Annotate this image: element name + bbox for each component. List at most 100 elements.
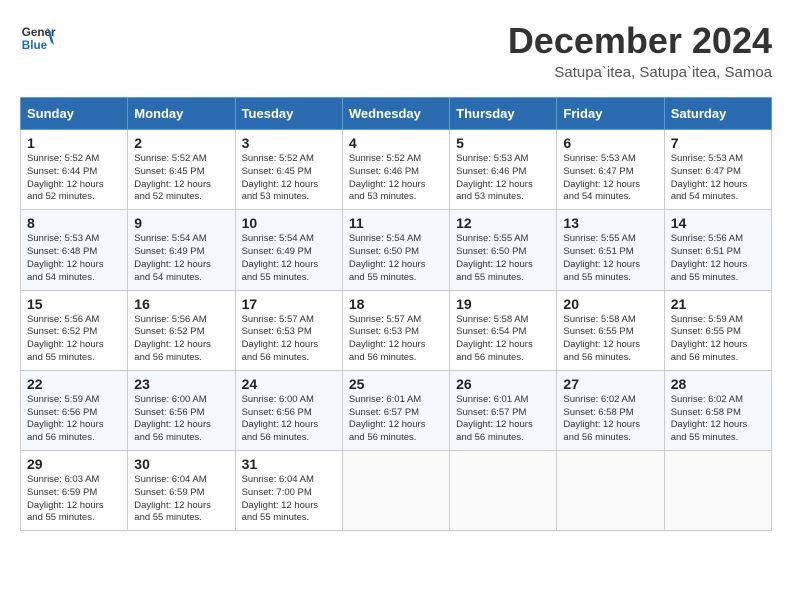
cell-content: Sunrise: 5:52 AMSunset: 6:45 PMDaylight:… xyxy=(134,153,228,204)
header-row: SundayMondayTuesdayWednesdayThursdayFrid… xyxy=(21,98,772,130)
cell-content: Sunrise: 5:55 AMSunset: 6:51 PMDaylight:… xyxy=(563,233,657,284)
cell-content: Sunrise: 5:52 AMSunset: 6:46 PMDaylight:… xyxy=(349,153,443,204)
week-row-2: 8Sunrise: 5:53 AMSunset: 6:48 PMDaylight… xyxy=(21,210,772,290)
day-number: 30 xyxy=(134,456,228,472)
calendar-cell: 15 Sunrise: 5:56 AMSunset: 6:52 PMDayligh… xyxy=(21,290,128,370)
svg-text:Blue: Blue xyxy=(22,39,48,52)
day-number: 25 xyxy=(349,376,443,392)
day-number: 4 xyxy=(349,135,443,151)
header-wednesday: Wednesday xyxy=(342,98,449,130)
calendar-table: SundayMondayTuesdayWednesdayThursdayFrid… xyxy=(20,97,772,531)
day-number: 14 xyxy=(671,215,765,231)
day-number: 23 xyxy=(134,376,228,392)
day-number: 9 xyxy=(134,215,228,231)
week-row-5: 29 Sunrise: 6:03 AMSunset: 6:59 PMDayligh… xyxy=(21,451,772,531)
day-number: 22 xyxy=(27,376,121,392)
calendar-subtitle: Satupa`itea, Satupa`itea, Samoa xyxy=(508,64,772,81)
day-number: 13 xyxy=(563,215,657,231)
calendar-cell: 13 Sunrise: 5:55 AMSunset: 6:51 PMDayligh… xyxy=(557,210,664,290)
cell-content: Sunrise: 5:58 AMSunset: 6:54 PMDaylight:… xyxy=(456,314,550,365)
calendar-cell: 24Sunrise: 6:00 AMSunset: 6:56 PMDayligh… xyxy=(235,370,342,450)
calendar-cell: 27 Sunrise: 6:02 AMSunset: 6:58 PMDayligh… xyxy=(557,370,664,450)
day-number: 3 xyxy=(242,135,336,151)
calendar-cell: 17 Sunrise: 5:57 AMSunset: 6:53 PMDayligh… xyxy=(235,290,342,370)
calendar-cell: 21 Sunrise: 5:59 AMSunset: 6:55 PMDayligh… xyxy=(664,290,771,370)
day-number: 28 xyxy=(671,376,765,392)
calendar-cell: 6 Sunrise: 5:53 AMSunset: 6:47 PMDaylight… xyxy=(557,130,664,210)
cell-content: Sunrise: 5:53 AMSunset: 6:48 PMDaylight:… xyxy=(27,233,121,284)
cell-content: Sunrise: 5:53 AMSunset: 6:47 PMDaylight:… xyxy=(563,153,657,204)
day-number: 5 xyxy=(456,135,550,151)
cell-content: Sunrise: 6:01 AMSunset: 6:57 PMDaylight:… xyxy=(349,394,443,445)
calendar-cell: 5 Sunrise: 5:53 AMSunset: 6:46 PMDaylight… xyxy=(450,130,557,210)
calendar-cell: 10Sunrise: 5:54 AMSunset: 6:49 PMDayligh… xyxy=(235,210,342,290)
day-number: 11 xyxy=(349,215,443,231)
calendar-cell: 23 Sunrise: 6:00 AMSunset: 6:56 PMDayligh… xyxy=(128,370,235,450)
calendar-cell: 7 Sunrise: 5:53 AMSunset: 6:47 PMDaylight… xyxy=(664,130,771,210)
cell-content: Sunrise: 5:54 AMSunset: 6:50 PMDaylight:… xyxy=(349,233,443,284)
day-number: 16 xyxy=(134,296,228,312)
cell-content: Sunrise: 6:01 AMSunset: 6:57 PMDaylight:… xyxy=(456,394,550,445)
day-number: 27 xyxy=(563,376,657,392)
cell-content: Sunrise: 5:52 AMSunset: 6:45 PMDaylight:… xyxy=(242,153,336,204)
day-number: 21 xyxy=(671,296,765,312)
calendar-cell: 25 Sunrise: 6:01 AMSunset: 6:57 PMDayligh… xyxy=(342,370,449,450)
calendar-cell: 20 Sunrise: 5:58 AMSunset: 6:55 PMDayligh… xyxy=(557,290,664,370)
cell-content: Sunrise: 5:54 AMSunset: 6:49 PMDaylight:… xyxy=(242,233,336,284)
calendar-cell: 31Sunrise: 6:04 AMSunset: 7:00 PMDayligh… xyxy=(235,451,342,531)
calendar-cell: 22Sunrise: 5:59 AMSunset: 6:56 PMDayligh… xyxy=(21,370,128,450)
cell-content: Sunrise: 6:02 AMSunset: 6:58 PMDaylight:… xyxy=(563,394,657,445)
cell-content: Sunrise: 5:52 AMSunset: 6:44 PMDaylight:… xyxy=(27,153,121,204)
calendar-cell: 18Sunrise: 5:57 AMSunset: 6:53 PMDayligh… xyxy=(342,290,449,370)
cell-content: Sunrise: 5:57 AMSunset: 6:53 PMDaylight:… xyxy=(242,314,336,365)
day-number: 12 xyxy=(456,215,550,231)
cell-content: Sunrise: 6:04 AMSunset: 6:59 PMDaylight:… xyxy=(134,474,228,525)
week-row-1: 1 Sunrise: 5:52 AMSunset: 6:44 PMDaylight… xyxy=(21,130,772,210)
cell-content: Sunrise: 5:56 AMSunset: 6:52 PMDaylight:… xyxy=(27,314,121,365)
calendar-cell xyxy=(342,451,449,531)
cell-content: Sunrise: 5:56 AMSunset: 6:52 PMDaylight:… xyxy=(134,314,228,365)
calendar-cell: 4 Sunrise: 5:52 AMSunset: 6:46 PMDaylight… xyxy=(342,130,449,210)
cell-content: Sunrise: 5:53 AMSunset: 6:46 PMDaylight:… xyxy=(456,153,550,204)
day-number: 7 xyxy=(671,135,765,151)
cell-content: Sunrise: 6:04 AMSunset: 7:00 PMDaylight:… xyxy=(242,474,336,525)
calendar-cell: 28 Sunrise: 6:02 AMSunset: 6:58 PMDayligh… xyxy=(664,370,771,450)
calendar-cell: 29 Sunrise: 6:03 AMSunset: 6:59 PMDayligh… xyxy=(21,451,128,531)
day-number: 20 xyxy=(563,296,657,312)
day-number: 15 xyxy=(27,296,121,312)
header-thursday: Thursday xyxy=(450,98,557,130)
day-number: 18 xyxy=(349,296,443,312)
day-number: 6 xyxy=(563,135,657,151)
calendar-cell: 14 Sunrise: 5:56 AMSunset: 6:51 PMDayligh… xyxy=(664,210,771,290)
header-monday: Monday xyxy=(128,98,235,130)
cell-content: Sunrise: 6:00 AMSunset: 6:56 PMDaylight:… xyxy=(242,394,336,445)
cell-content: Sunrise: 5:54 AMSunset: 6:49 PMDaylight:… xyxy=(134,233,228,284)
calendar-cell: 19 Sunrise: 5:58 AMSunset: 6:54 PMDayligh… xyxy=(450,290,557,370)
day-number: 17 xyxy=(242,296,336,312)
week-row-4: 22Sunrise: 5:59 AMSunset: 6:56 PMDayligh… xyxy=(21,370,772,450)
cell-content: Sunrise: 5:59 AMSunset: 6:55 PMDaylight:… xyxy=(671,314,765,365)
cell-content: Sunrise: 6:02 AMSunset: 6:58 PMDaylight:… xyxy=(671,394,765,445)
page-header: General Blue December 2024 Satupa`itea, … xyxy=(20,20,772,81)
day-number: 2 xyxy=(134,135,228,151)
header-friday: Friday xyxy=(557,98,664,130)
logo: General Blue xyxy=(20,20,56,56)
cell-content: Sunrise: 5:58 AMSunset: 6:55 PMDaylight:… xyxy=(563,314,657,365)
calendar-cell xyxy=(450,451,557,531)
logo-icon: General Blue xyxy=(20,20,56,56)
day-number: 19 xyxy=(456,296,550,312)
title-section: December 2024 Satupa`itea, Satupa`itea, … xyxy=(508,20,772,81)
header-tuesday: Tuesday xyxy=(235,98,342,130)
calendar-cell: 1 Sunrise: 5:52 AMSunset: 6:44 PMDaylight… xyxy=(21,130,128,210)
day-number: 29 xyxy=(27,456,121,472)
week-row-3: 15 Sunrise: 5:56 AMSunset: 6:52 PMDayligh… xyxy=(21,290,772,370)
cell-content: Sunrise: 6:03 AMSunset: 6:59 PMDaylight:… xyxy=(27,474,121,525)
calendar-cell: 2 Sunrise: 5:52 AMSunset: 6:45 PMDaylight… xyxy=(128,130,235,210)
cell-content: Sunrise: 5:53 AMSunset: 6:47 PMDaylight:… xyxy=(671,153,765,204)
calendar-cell: 16 Sunrise: 5:56 AMSunset: 6:52 PMDayligh… xyxy=(128,290,235,370)
cell-content: Sunrise: 5:55 AMSunset: 6:50 PMDaylight:… xyxy=(456,233,550,284)
cell-content: Sunrise: 6:00 AMSunset: 6:56 PMDaylight:… xyxy=(134,394,228,445)
cell-content: Sunrise: 5:56 AMSunset: 6:51 PMDaylight:… xyxy=(671,233,765,284)
calendar-cell: 11 Sunrise: 5:54 AMSunset: 6:50 PMDayligh… xyxy=(342,210,449,290)
day-number: 1 xyxy=(27,135,121,151)
